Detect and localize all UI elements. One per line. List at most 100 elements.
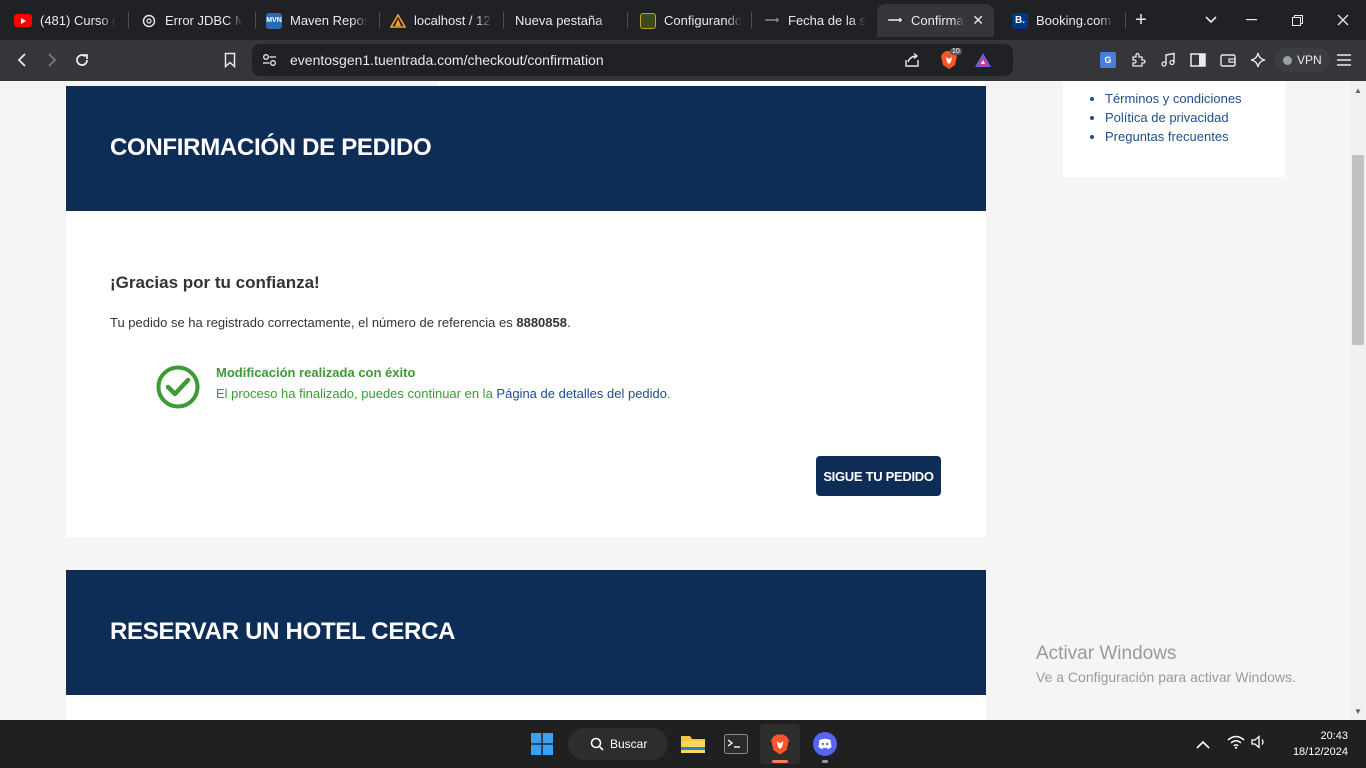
page-viewport: CONFIRMACIÓN DE PEDIDO ¡Gracias por tu c… [0,81,1350,720]
system-clock[interactable]: 20:43 18/12/2024 [1280,728,1348,760]
wallet-button[interactable] [1214,46,1242,74]
plus-icon: + [1135,8,1147,31]
order-details-link[interactable]: Página de detalles del pedido [496,386,667,401]
brave-shields-button[interactable]: 10 [940,48,962,70]
tab-localhost[interactable]: localhost / 12 [380,4,502,37]
hotel-title: RESERVAR UN HOTEL CERCA [110,618,456,645]
sparkle-icon [1250,52,1266,68]
faq-link[interactable]: Preguntas frecuentes [1105,127,1242,146]
wifi-button[interactable] [1227,735,1245,752]
tab-title: Maven Reposi [290,13,368,28]
success-message-text: El proceso ha finalizado, puedes continu… [216,386,497,401]
hotel-header: RESERVAR UN HOTEL CERCA [66,570,986,695]
privacy-link[interactable]: Política de privacidad [1105,108,1242,127]
tab-new[interactable]: Nueva pestaña [505,4,627,37]
share-icon[interactable] [904,52,920,68]
media-button[interactable] [1154,46,1182,74]
reference-end: . [566,315,571,330]
restore-icon [1291,14,1303,26]
reload-icon [76,54,88,66]
terminal-button[interactable] [716,724,756,764]
minimize-icon [1245,19,1257,21]
tab-title: Configurando [664,13,742,28]
tab-youtube[interactable]: (481) Curso gr [4,4,126,37]
success-title: Modificación realizada con éxito [216,365,416,380]
bookmark-button[interactable] [216,46,244,74]
restore-button[interactable] [1274,0,1320,40]
tab-maven[interactable]: MVN Maven Reposi [256,4,378,37]
search-label: Buscar [610,737,648,751]
page-scrollbar[interactable]: ▲ ▼ [1350,81,1366,720]
sidebar-button[interactable] [1184,46,1212,74]
start-button[interactable] [522,724,562,764]
reference-number: 8880858 [516,315,567,330]
thanks-heading: ¡Gracias por tu confianza! [110,273,320,292]
youtube-icon [14,14,32,27]
minimize-button[interactable] [1228,0,1274,40]
discord-icon [813,732,837,756]
vpn-button[interactable]: VPN [1275,48,1330,72]
brave-taskbar-button[interactable] [760,724,800,764]
taskbar-search[interactable]: Buscar [568,728,668,760]
tab-booking[interactable]: B. Booking.com [1002,4,1124,37]
translate-button[interactable]: G [1094,46,1122,74]
address-bar[interactable]: eventosgen1.tuentrada.com/checkout/confi… [252,44,1013,76]
windows-activation-watermark: Activar Windows Ve a Configuración para … [1036,643,1296,685]
tab-configurando[interactable]: Configurando [630,4,752,37]
wallet-icon [1220,54,1236,67]
menu-button[interactable] [1330,46,1358,74]
brave-browser-icon [771,734,789,754]
wifi-icon [1227,735,1245,749]
discord-button[interactable] [805,724,845,764]
tab-title: Nueva pestaña [515,13,603,28]
scroll-down-icon[interactable]: ▼ [1350,704,1366,718]
new-tab-button[interactable]: + [1118,0,1164,40]
confirmation-title: CONFIRMACIÓN DE PEDIDO [110,134,432,161]
site-settings-icon[interactable] [262,53,277,67]
vpn-label: VPN [1297,53,1322,67]
sidebar-icon [1190,53,1206,67]
close-tab-icon[interactable]: ✕ [972,12,984,29]
reference-text: Tu pedido se ha registrado correctamente… [110,315,517,330]
watermark-line2: Ve a Configuración para activar Windows. [1036,669,1296,685]
translate-icon: G [1100,52,1116,68]
tab-confirmacion[interactable]: ⟶ Confirmac ✕ [877,4,994,37]
maven-icon: MVN [266,12,282,29]
leo-ai-button[interactable] [1244,46,1272,74]
chevron-down-icon [1205,16,1217,24]
brave-rewards-icon[interactable] [974,52,992,68]
success-message-end: . [667,386,671,401]
tab-fecha[interactable]: ⟶ Fecha de la se [754,4,876,37]
close-window-button[interactable] [1320,0,1366,40]
clock-date: 18/12/2024 [1292,746,1348,758]
reload-button[interactable] [68,46,96,74]
back-arrow-icon [17,53,26,67]
track-order-button[interactable]: SIGUE TU PEDIDO [816,456,941,496]
file-explorer-button[interactable] [673,724,713,764]
check-circle-icon [156,365,200,409]
url-text[interactable]: eventosgen1.tuentrada.com/checkout/confi… [290,52,604,68]
bookmark-icon [224,52,236,68]
site-icon [640,12,656,29]
tuentrada-icon: ⟶ [887,15,903,26]
sidebar-links-list: Términos y condiciones Política de priva… [1105,89,1242,146]
scroll-up-icon[interactable]: ▲ [1350,83,1366,97]
booking-icon: B. [1012,12,1028,29]
extensions-button[interactable] [1124,46,1152,74]
tab-error-jdbc[interactable]: Error JDBC My [131,4,253,37]
hamburger-menu-icon [1337,54,1351,66]
terms-link[interactable]: Términos y condiciones [1105,89,1242,108]
forward-button[interactable] [38,46,66,74]
scrollbar-thumb[interactable] [1352,155,1364,345]
back-button[interactable] [8,46,36,74]
browser-tab-strip: (481) Curso gr Error JDBC My MVN Maven R… [0,0,1366,40]
phpmyadmin-icon [390,13,406,29]
tray-overflow-button[interactable] [1196,736,1210,752]
volume-button[interactable] [1251,735,1269,752]
speaker-icon [1251,735,1264,749]
folder-icon [681,736,705,753]
hotel-card [66,695,986,720]
terminal-icon [724,734,748,754]
clock-time: 20:43 [1320,730,1348,742]
sidebar-links-box: Términos y condiciones Política de priva… [1063,81,1285,177]
